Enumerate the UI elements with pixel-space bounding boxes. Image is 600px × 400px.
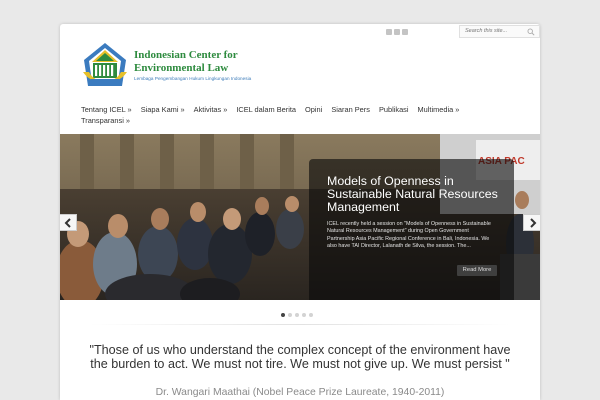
nav-item-publikasi[interactable]: Publikasi xyxy=(379,104,409,115)
slider-dot-2[interactable] xyxy=(288,313,292,317)
quote-author: Dr. Wangari Maathai (Nobel Peace Prize L… xyxy=(155,387,445,398)
slider-dot-3[interactable] xyxy=(295,313,299,317)
main-nav: Tentang ICEL » Siapa Kami » Aktivitas » … xyxy=(81,104,521,126)
nav-item-icel-dalam-berita[interactable]: ICEL dalam Berita xyxy=(236,104,296,115)
slide-caption: Models of Openness in Sustainable Natura… xyxy=(309,159,514,300)
slider-next-button[interactable] xyxy=(523,214,540,231)
facebook-icon[interactable] xyxy=(394,29,400,35)
divider xyxy=(90,324,510,325)
nav-item-tentang-icel[interactable]: Tentang ICEL » xyxy=(81,104,132,115)
nav-item-multimedia[interactable]: Multimedia » xyxy=(418,104,460,115)
nav-item-aktivitas[interactable]: Aktivitas » xyxy=(194,104,228,115)
org-name[interactable]: Indonesian Center for Environmental Law xyxy=(134,49,294,74)
rss-icon[interactable] xyxy=(402,29,408,35)
nav-item-opini[interactable]: Opini xyxy=(305,104,322,115)
slider-dot-5[interactable] xyxy=(309,313,313,317)
read-more-button[interactable]: Read More xyxy=(457,265,497,276)
chevron-right-icon xyxy=(529,217,536,228)
top-bar xyxy=(380,24,540,40)
logo-icon[interactable] xyxy=(80,42,130,88)
chevron-left-icon xyxy=(64,217,71,228)
slider-pager xyxy=(281,313,313,317)
slider-dot-4[interactable] xyxy=(302,313,306,317)
slider-prev-button[interactable] xyxy=(60,214,77,231)
featured-slider: ASIA PAC Models of Openness in Sustainab… xyxy=(60,134,540,300)
nav-item-siaran-pers[interactable]: Siaran Pers xyxy=(331,104,370,115)
slide-title[interactable]: Models of Openness in Sustainable Natura… xyxy=(327,174,502,215)
slider-dot-1[interactable] xyxy=(281,313,285,317)
quote-text: "Those of us who understand the complex … xyxy=(89,343,511,371)
search-input[interactable] xyxy=(465,26,527,37)
org-tagline: Lembaga Pengembangan Hukum Lingkungan In… xyxy=(134,76,252,81)
twitter-icon[interactable] xyxy=(386,29,392,35)
social-links xyxy=(386,29,408,35)
nav-item-siapa-kami[interactable]: Siapa Kami » xyxy=(141,104,185,115)
slide-excerpt: ICEL recently held a session on "Models … xyxy=(327,220,491,250)
nav-item-transparansi[interactable]: Transparansi » xyxy=(81,115,130,126)
page-container: Indonesian Center for Environmental Law … xyxy=(60,24,540,400)
search-icon[interactable] xyxy=(527,28,535,36)
search-box xyxy=(459,25,540,38)
